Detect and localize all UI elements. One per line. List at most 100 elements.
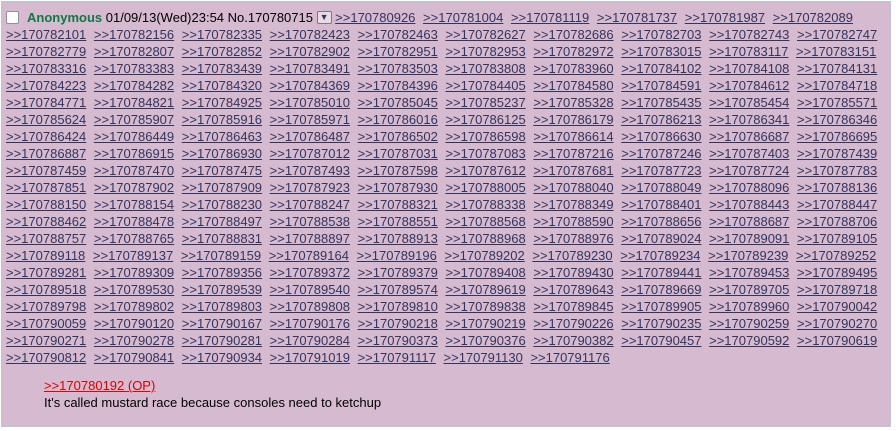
backlink[interactable]: >>170784131 <box>797 61 877 76</box>
backlink[interactable]: >>170786887 <box>6 146 86 161</box>
backlink[interactable]: >>170782743 <box>709 27 789 42</box>
backlink[interactable]: >>170789539 <box>182 282 262 297</box>
backlink[interactable]: >>170789105 <box>797 231 877 246</box>
backlink[interactable]: >>170789960 <box>709 299 789 314</box>
backlink[interactable]: >>170789845 <box>533 299 613 314</box>
backlink[interactable]: >>170785454 <box>709 95 789 110</box>
backlink[interactable]: >>170782807 <box>94 44 174 59</box>
backlink[interactable]: >>170784223 <box>6 78 86 93</box>
backlink[interactable]: >>170789196 <box>357 248 437 263</box>
backlink[interactable]: >>170781737 <box>597 10 677 25</box>
backlink[interactable]: >>170788338 <box>445 197 525 212</box>
backlink[interactable]: >>170789202 <box>444 248 524 263</box>
backlink[interactable]: >>170790042 <box>797 299 877 314</box>
backlink[interactable]: >>170782779 <box>6 44 86 59</box>
backlink[interactable]: >>170788321 <box>358 197 438 212</box>
backlink[interactable]: >>170790270 <box>797 316 877 331</box>
backlink[interactable]: >>170786915 <box>94 146 174 161</box>
backlink[interactable]: >>170789643 <box>533 282 613 297</box>
backlink[interactable]: >>170788757 <box>6 231 86 246</box>
backlink[interactable]: >>170783491 <box>270 61 350 76</box>
backlink[interactable]: >>170791130 <box>444 350 523 365</box>
backlink[interactable]: >>170786598 <box>445 129 525 144</box>
backlink[interactable]: >>170782953 <box>445 44 525 59</box>
backlink[interactable]: >>170787475 <box>182 163 262 178</box>
backlink[interactable]: >>170781119 <box>511 10 589 25</box>
backlink[interactable]: >>170787012 <box>270 146 350 161</box>
backlink[interactable]: >>170787909 <box>182 180 262 195</box>
backlink[interactable]: >>170787470 <box>94 163 174 178</box>
backlink[interactable]: >>170790120 <box>94 316 174 331</box>
post-select-checkbox[interactable] <box>6 11 19 24</box>
backlink[interactable]: >>170785916 <box>182 112 262 127</box>
backlink[interactable]: >>170789810 <box>358 299 438 314</box>
backlink[interactable]: >>170783316 <box>6 61 86 76</box>
backlink[interactable]: >>170790176 <box>270 316 350 331</box>
backlink[interactable]: >>170786614 <box>533 129 613 144</box>
backlink[interactable]: >>170787930 <box>358 180 438 195</box>
backlink[interactable]: >>170788154 <box>94 197 174 212</box>
backlink[interactable]: >>170786179 <box>533 112 613 127</box>
backlink[interactable]: >>170784925 <box>182 95 262 110</box>
backlink[interactable]: >>170785328 <box>533 95 613 110</box>
backlink[interactable]: >>170782703 <box>621 27 701 42</box>
backlink[interactable]: >>170789803 <box>182 299 262 314</box>
backlink[interactable]: >>170789252 <box>796 248 876 263</box>
backlink[interactable]: >>170786487 <box>270 129 350 144</box>
backlink[interactable]: >>170788447 <box>797 197 877 212</box>
backlink[interactable]: >>170788590 <box>533 214 613 229</box>
backlink[interactable]: >>170790167 <box>182 316 262 331</box>
backlink[interactable]: >>170789408 <box>445 265 525 280</box>
backlink[interactable]: >>170787724 <box>709 163 789 178</box>
backlink[interactable]: >>170787439 <box>797 146 877 161</box>
backlink[interactable]: >>170783808 <box>445 61 525 76</box>
backlink[interactable]: >>170788150 <box>6 197 86 212</box>
backlink[interactable]: >>170786502 <box>358 129 438 144</box>
backlink[interactable]: >>170788765 <box>94 231 174 246</box>
backlink[interactable]: >>170785435 <box>621 95 701 110</box>
backlink[interactable]: >>170788478 <box>94 214 174 229</box>
backlink[interactable]: >>170790934 <box>182 350 262 365</box>
backlink[interactable]: >>170783015 <box>621 44 701 59</box>
backlink[interactable]: >>170790812 <box>6 350 86 365</box>
backlink[interactable]: >>170786213 <box>621 112 701 127</box>
backlink[interactable]: >>170782627 <box>445 27 525 42</box>
backlink[interactable]: >>170780926 <box>335 10 415 25</box>
backlink[interactable]: >>170788005 <box>445 180 525 195</box>
backlink[interactable]: >>170786463 <box>182 129 262 144</box>
backlink[interactable]: >>170785571 <box>797 95 877 110</box>
backlink[interactable]: >>170782423 <box>270 27 350 42</box>
backlink[interactable]: >>170790382 <box>533 333 613 348</box>
backlink[interactable]: >>170789705 <box>709 282 789 297</box>
backlink[interactable]: >>170784102 <box>621 61 701 76</box>
backlink[interactable]: >>170787083 <box>445 146 525 161</box>
backlink[interactable]: >>170789441 <box>621 265 701 280</box>
backlink[interactable]: >>170783117 <box>709 44 788 59</box>
backlink[interactable]: >>170786930 <box>182 146 262 161</box>
backlink[interactable]: >>170786695 <box>797 129 877 144</box>
backlink[interactable]: >>170789718 <box>797 282 877 297</box>
backlink[interactable]: >>170785624 <box>6 112 86 127</box>
backlink[interactable]: >>170786346 <box>797 112 877 127</box>
backlink[interactable]: >>170783151 <box>796 44 876 59</box>
backlink[interactable]: >>170789430 <box>533 265 613 280</box>
backlink[interactable]: >>170790235 <box>621 316 701 331</box>
backlink[interactable]: >>170785907 <box>94 112 174 127</box>
backlink[interactable]: >>170789669 <box>621 282 701 297</box>
backlink[interactable]: >>170790619 <box>797 333 877 348</box>
backlink[interactable]: >>170790376 <box>445 333 525 348</box>
backlink[interactable]: >>170785971 <box>270 112 350 127</box>
backlink[interactable]: >>170788687 <box>709 214 789 229</box>
post-number[interactable]: No.170780715 <box>228 10 313 25</box>
backlink[interactable]: >>170783383 <box>94 61 174 76</box>
backlink[interactable]: >>170786687 <box>709 129 789 144</box>
backlink[interactable]: >>170784771 <box>6 95 86 110</box>
backlink[interactable]: >>170788497 <box>182 214 262 229</box>
backlink[interactable]: >>170791176 <box>530 350 609 365</box>
backlink[interactable]: >>170783503 <box>358 61 438 76</box>
backlink[interactable]: >>170790284 <box>270 333 350 348</box>
backlink[interactable]: >>170789802 <box>94 299 174 314</box>
backlink[interactable]: >>170790373 <box>358 333 438 348</box>
backlink[interactable]: >>170789798 <box>6 299 86 314</box>
backlink[interactable]: >>170782335 <box>182 27 262 42</box>
